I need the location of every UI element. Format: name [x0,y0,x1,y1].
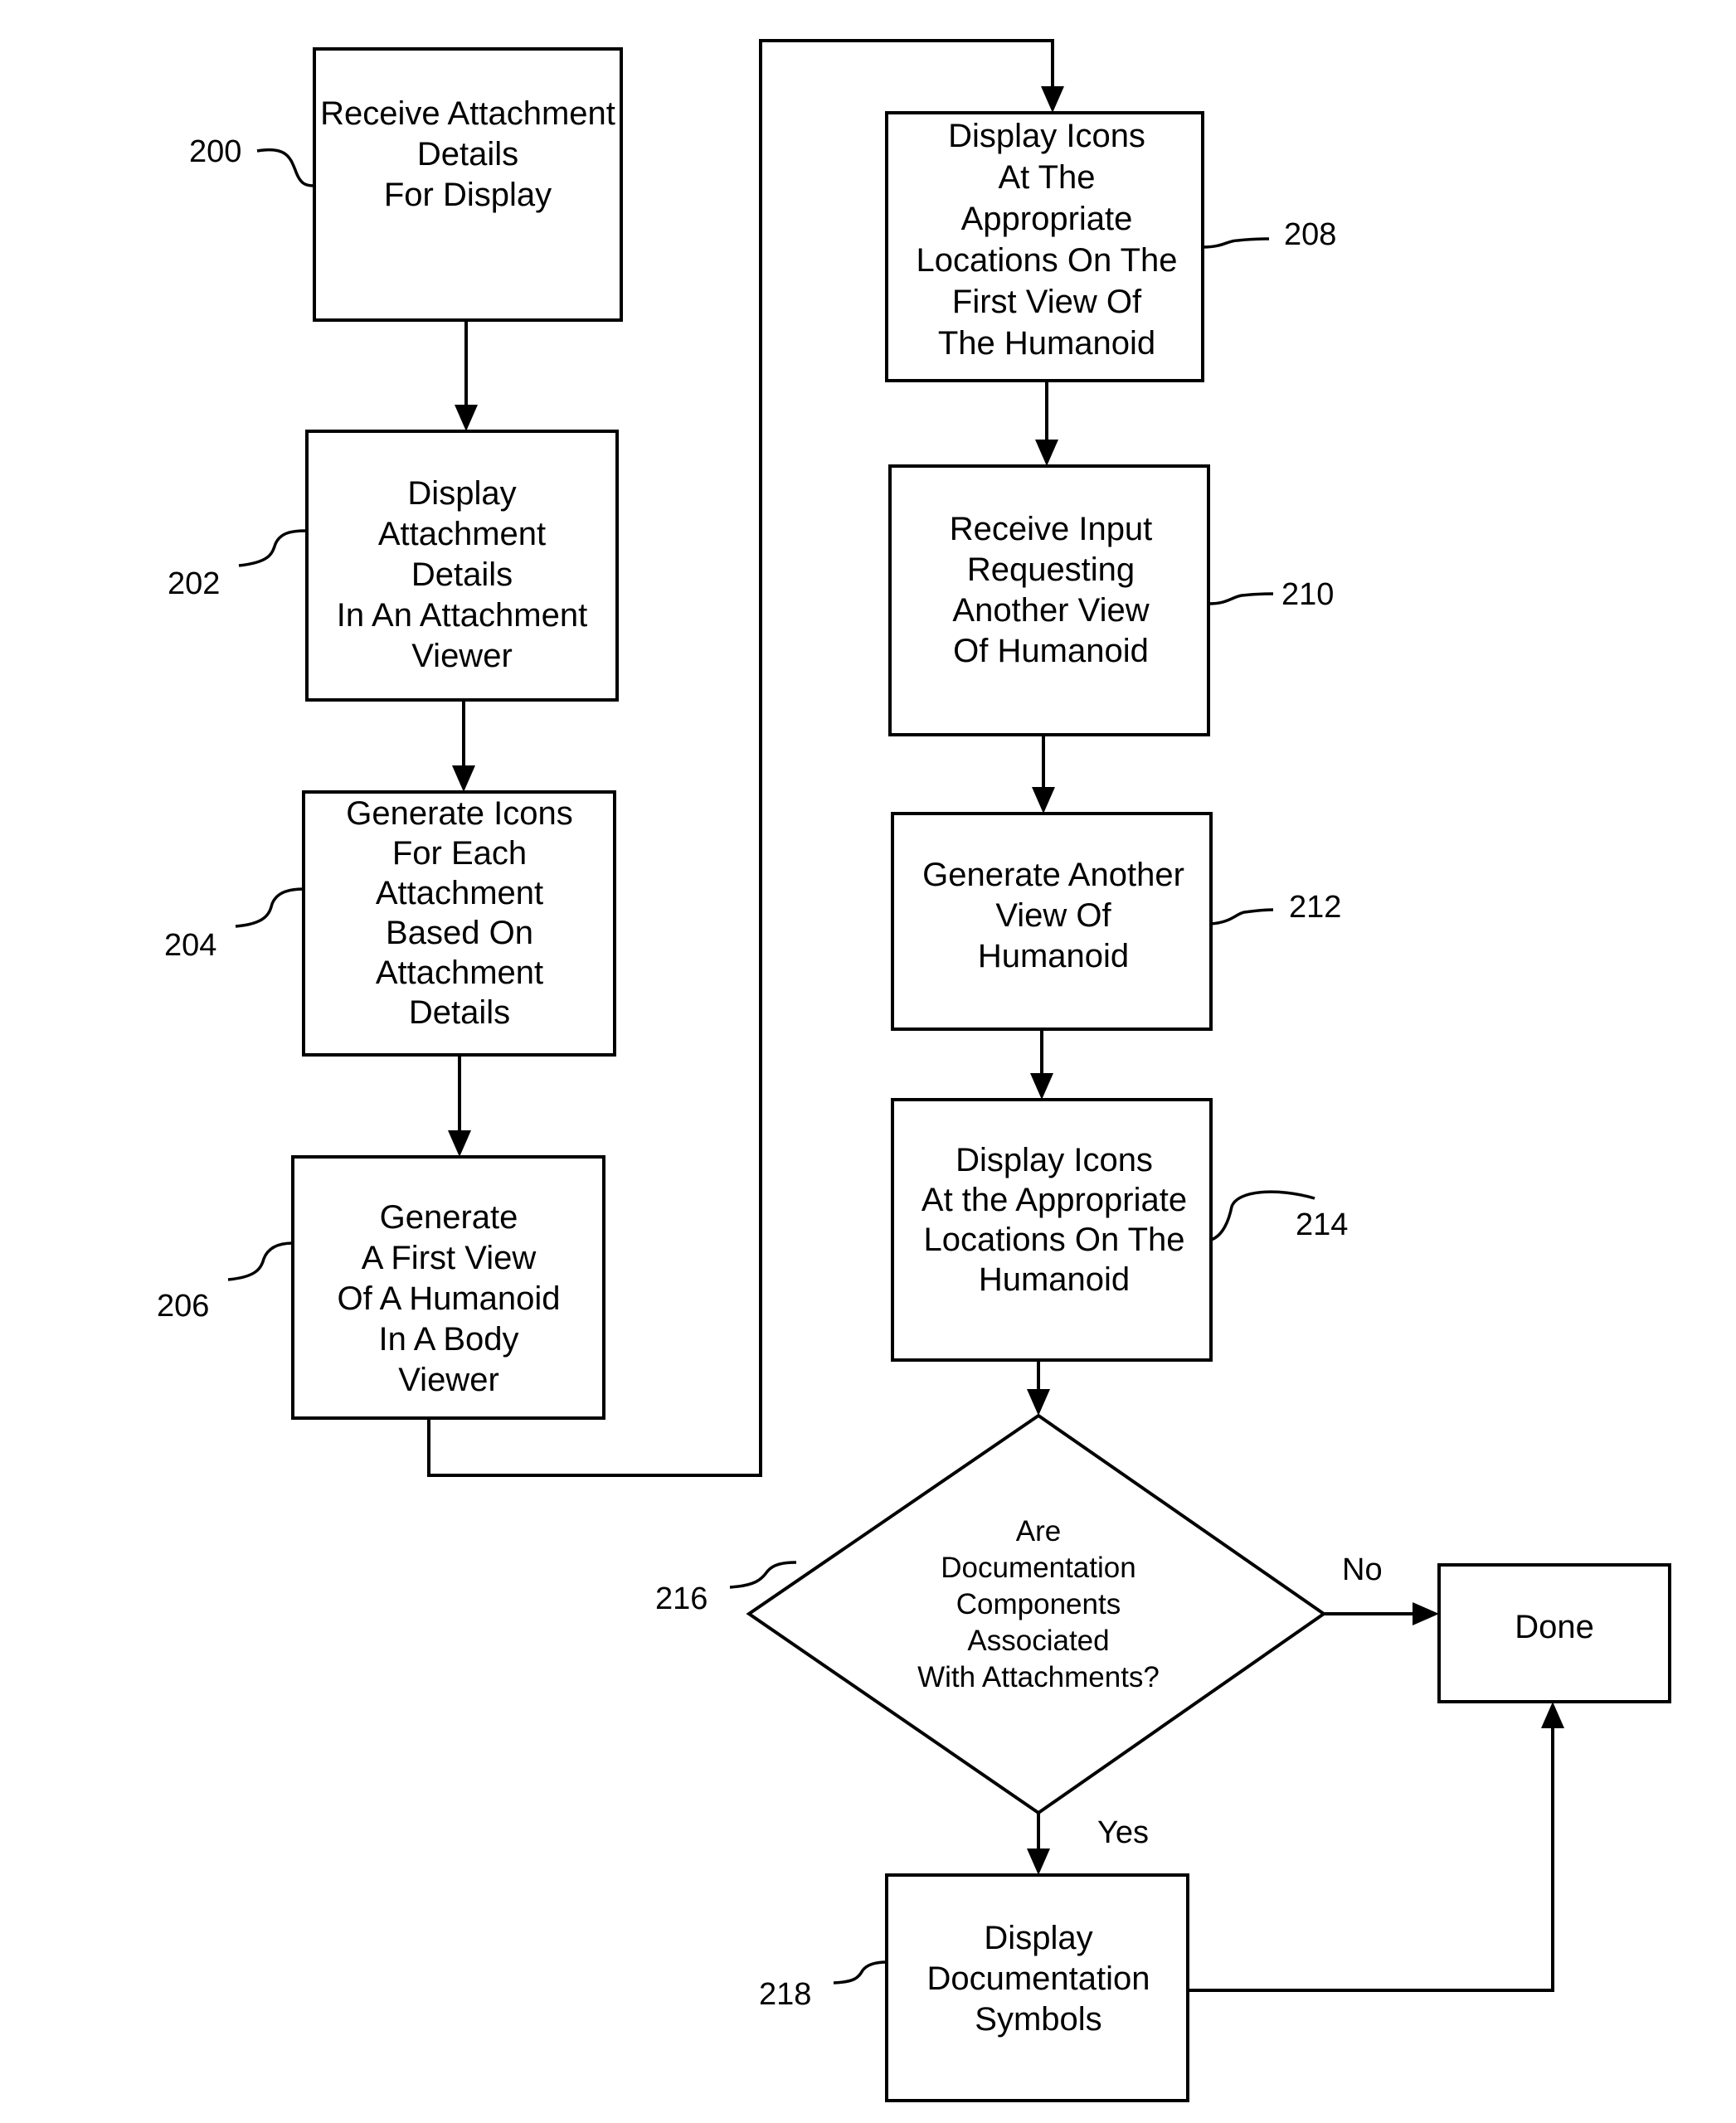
arrowhead-icon [1032,787,1055,814]
done-text: Done [1515,1609,1594,1645]
node-text-line: Symbols [975,2001,1101,2038]
ref-label-206: 206 [157,1289,209,1324]
node-text-line: Another View [952,592,1149,629]
node-text-line: Generate [380,1199,518,1236]
node-text-line: Viewer [411,638,513,674]
node-text-line: Locations On The [923,1222,1184,1258]
node-text-line: Appropriate [961,201,1133,237]
node-text-line: Attachment [376,875,543,911]
node-text-line: Components [956,1588,1121,1620]
flowchart: 200 202 204 206 208 210 212 214 216 218 … [157,39,1671,2102]
node-text-line: Details [417,136,518,172]
leader-212 [1210,908,1274,925]
ref-label-212: 212 [1289,890,1341,925]
leader-208 [1202,237,1270,249]
node-text-line: Receive Input [950,511,1153,547]
node-text-line: Documentation [926,1960,1150,1997]
node-text-line: At the Appropriate [921,1182,1187,1218]
node-text-line: Are [1016,1515,1061,1547]
node-text-line: Attachment [376,955,543,991]
node-text-line: Generate Another [922,857,1184,893]
node-text-line: In A Body [378,1321,518,1358]
ref-label-200: 200 [189,134,241,169]
leader-206 [227,1241,294,1281]
ref-label-210: 210 [1281,577,1334,612]
arrowhead-icon [1030,1073,1053,1100]
arrowhead-icon [448,1130,471,1157]
node-text-line: Based On [386,915,533,951]
node-text-line: Details [411,556,513,593]
ref-label-208: 208 [1284,217,1336,252]
arrowhead-icon [1041,86,1064,113]
leader-200 [256,148,315,187]
node-text-line: Display Icons [956,1142,1153,1178]
node-text-line: First View Of [952,284,1142,320]
node-text-line: With Attachments? [917,1661,1160,1693]
node-text-line: At The [998,159,1095,196]
node-text-line: Of Humanoid [953,633,1149,669]
ref-label-204: 204 [164,928,216,963]
node-text-line: Associated [967,1625,1109,1657]
node-text-line: For Display [384,177,552,213]
node-text-line: Display [407,475,516,512]
node-text-line: Of A Humanoid [337,1280,560,1317]
arrowhead-icon [1027,1849,1050,1875]
edge-218-done [1188,1718,1554,1992]
node-text-line: Humanoid [978,938,1129,974]
ref-label-216: 216 [655,1581,708,1616]
leader-204 [235,887,304,928]
leader-216 [729,1561,797,1589]
node-text-line: Requesting [967,551,1135,588]
arrowhead-icon [455,405,478,431]
node-text-line: Viewer [398,1362,499,1398]
arrowhead-icon [1541,1702,1564,1728]
arrowhead-icon [452,765,475,792]
node-text-line: Humanoid [979,1261,1130,1298]
arrowhead-icon [1035,440,1058,466]
leader-218 [833,1960,887,1985]
node-text-line: Attachment [378,516,546,552]
node-text-line: Receive Attachment [320,95,615,132]
ref-label-218: 218 [759,1977,811,2012]
leader-210 [1208,592,1274,605]
node-text-line: Generate Icons [346,795,573,832]
node-text-line: Display [984,1920,1092,1956]
arrowhead-icon [1027,1389,1050,1416]
arrowhead-icon [1413,1602,1439,1625]
node-text-line: In An Attachment [337,597,587,634]
ref-label-214: 214 [1296,1207,1348,1242]
node-text-line: A First View [362,1240,537,1276]
node-text-line: Display Icons [948,118,1145,154]
leader-202 [238,529,308,567]
node-text-line: Details [409,994,510,1031]
edge-label-yes: Yes [1097,1815,1149,1850]
node-text-line: For Each [392,835,527,872]
node-text-line: Done [1515,1609,1594,1645]
ref-label-202: 202 [168,566,220,601]
node-text-line: The Humanoid [938,325,1155,362]
node-text-line: Locations On The [916,242,1177,279]
node-text-line: Documentation [941,1552,1135,1584]
node-text-line: View Of [995,897,1111,934]
edge-label-no: No [1342,1552,1383,1587]
